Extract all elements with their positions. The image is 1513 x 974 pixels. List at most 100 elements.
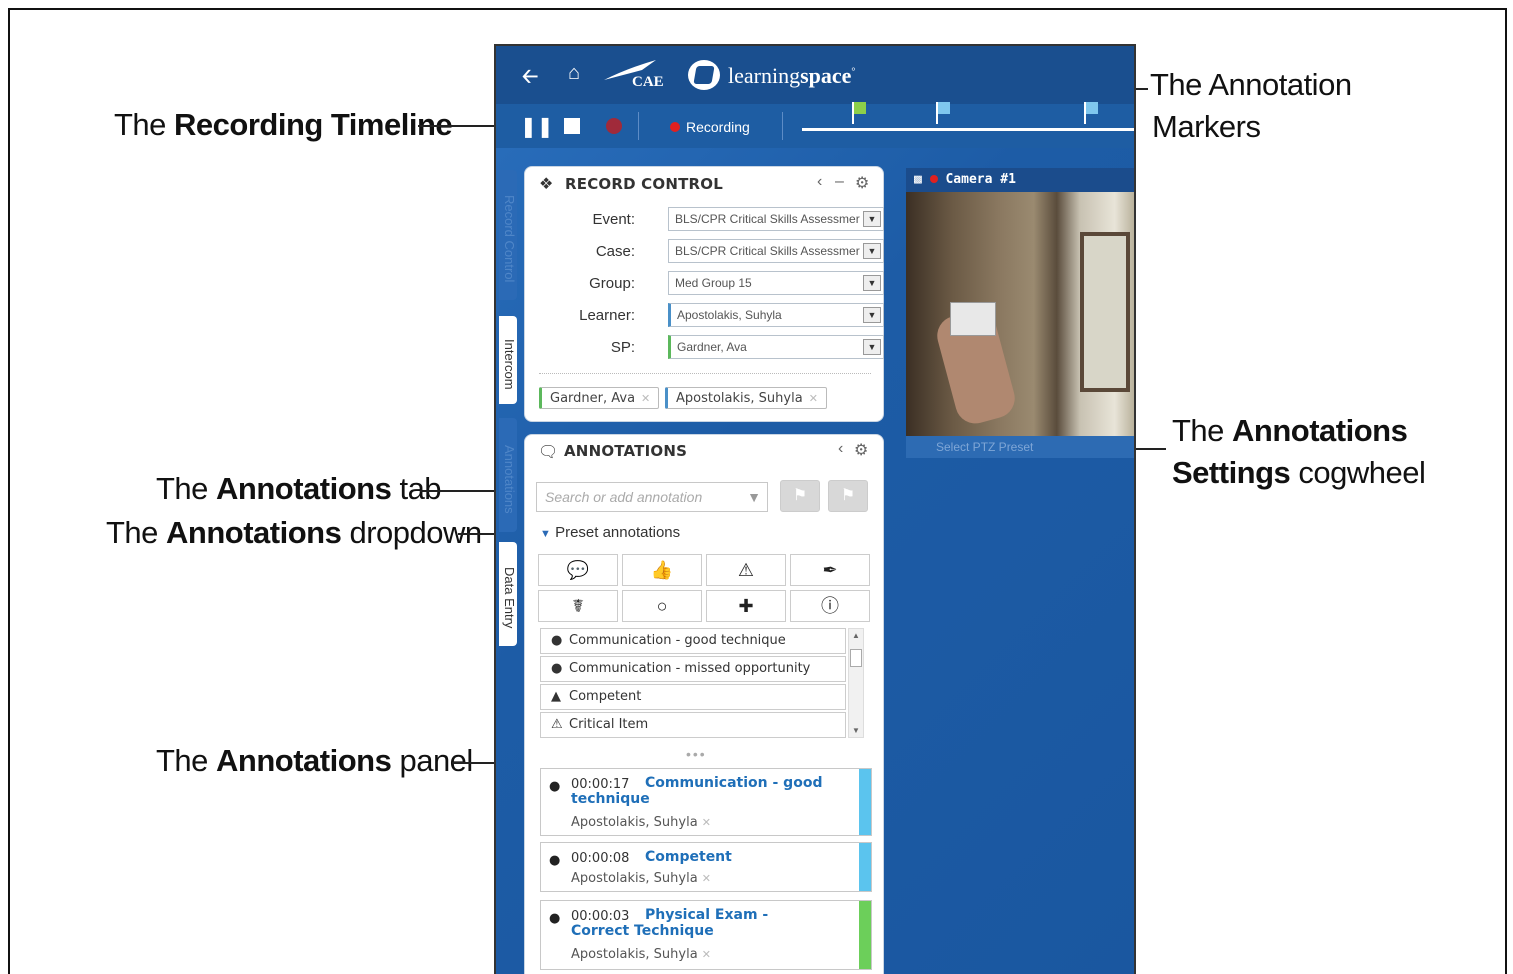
brand-learningspace: learningspace° bbox=[728, 63, 856, 88]
recording-timeline[interactable] bbox=[802, 128, 1134, 131]
chevron-down-icon: ▼ bbox=[863, 243, 881, 259]
sp-row: SP: Gardner, Ava ▼ bbox=[525, 335, 884, 361]
annotations-icon: 🗨 bbox=[538, 444, 559, 461]
event-select[interactable]: BLS/CPR Critical Skills Assessmer ▼ bbox=[668, 207, 884, 231]
case-label: Case: bbox=[595, 243, 635, 260]
stop-icon[interactable] bbox=[564, 118, 580, 134]
annotation-color-bar bbox=[859, 769, 871, 835]
learner-select[interactable]: Apostolakis, Suhyla ▼ bbox=[668, 303, 884, 327]
camera-scene-laptop bbox=[950, 302, 996, 336]
case-select[interactable]: BLS/CPR Critical Skills Assessmer ▼ bbox=[668, 239, 884, 263]
annotation-title[interactable]: Physical Exam - Correct Technique bbox=[571, 907, 831, 939]
top-bar: 🡠 ⌂ CAE learningspace° bbox=[496, 46, 1134, 104]
tab-annotations[interactable]: Annotations bbox=[499, 418, 517, 532]
participant-tag[interactable]: Apostolakis, Suhyla ✕ bbox=[665, 387, 827, 409]
preset-item[interactable]: ● Communication - missed opportunity bbox=[540, 656, 846, 682]
preset-item[interactable]: ⚠ Critical Item bbox=[540, 712, 846, 738]
close-icon[interactable]: ✕ bbox=[641, 392, 650, 405]
sp-select[interactable]: Gardner, Ava ▼ bbox=[668, 335, 884, 359]
thumbs-up-icon[interactable]: 👍 bbox=[622, 554, 702, 586]
callout-annotations-tab: The Annotations tab bbox=[156, 471, 442, 506]
annotation-entry[interactable]: ● 00:00:03 Physical Exam - Correct Techn… bbox=[540, 900, 872, 970]
comment-icon: ● bbox=[551, 661, 563, 676]
annotations-title: ANNOTATIONS bbox=[564, 442, 688, 460]
resize-handle-icon[interactable]: ••• bbox=[686, 746, 707, 762]
group-select[interactable]: Med Group 15 ▼ bbox=[668, 271, 884, 295]
tab-intercom[interactable]: Intercom bbox=[499, 316, 517, 404]
annotation-entry[interactable]: ● 00:00:17 Communication - good techniqu… bbox=[540, 768, 872, 836]
annotation-marker-flag-icon[interactable] bbox=[852, 102, 866, 124]
event-label: Event: bbox=[592, 211, 635, 228]
event-row: Event: BLS/CPR Critical Skills Assessmer… bbox=[525, 207, 884, 233]
pause-icon[interactable]: ❚❚ bbox=[520, 114, 554, 139]
callout-recording-timeline: The Recording Timeline bbox=[114, 107, 453, 142]
home-icon[interactable]: ⌂ bbox=[568, 62, 580, 85]
group-label: Group: bbox=[589, 275, 635, 292]
scroll-down-icon[interactable]: ▼ bbox=[852, 726, 860, 735]
callout-annotations-panel: The Annotations panel bbox=[156, 743, 473, 778]
learner-row: Learner: Apostolakis, Suhyla ▼ bbox=[525, 303, 884, 329]
collapse-icon[interactable]: ‹ bbox=[817, 173, 822, 191]
scroll-up-icon[interactable]: ▲ bbox=[852, 631, 860, 640]
camera-title: Camera #1 bbox=[945, 172, 1016, 187]
camera-feed[interactable]: ▩ Camera #1 Select PTZ Preset bbox=[906, 168, 1134, 458]
preset-annotations-dropdown[interactable]: ▼ Preset annotations bbox=[540, 524, 680, 541]
callout-annotations-dropdown: The Annotations dropdown bbox=[106, 515, 482, 550]
annotation-color-bar bbox=[859, 843, 871, 891]
lightbulb-icon[interactable]: ○ bbox=[622, 590, 702, 622]
annotation-title[interactable]: Competent bbox=[571, 849, 831, 865]
comment-icon: ● bbox=[549, 853, 561, 868]
close-icon[interactable]: ✕ bbox=[702, 948, 711, 961]
gear-icon[interactable]: ⚙ bbox=[855, 173, 869, 193]
ptz-preset-select[interactable]: Select PTZ Preset bbox=[906, 436, 1134, 458]
add-flag-annotation-button[interactable]: ⚑ bbox=[828, 480, 868, 512]
brand-cae: CAE bbox=[632, 74, 664, 90]
callout-line-recording-timeline bbox=[418, 125, 504, 127]
annotation-marker-flag-icon[interactable] bbox=[936, 102, 950, 124]
minimize-icon[interactable]: – bbox=[835, 173, 844, 191]
toolbar-separator bbox=[638, 112, 639, 140]
chevron-down-icon: ▼ bbox=[863, 211, 881, 227]
preset-item[interactable]: ▲ Competent bbox=[540, 684, 846, 710]
preset-item[interactable]: ● Communication - good technique bbox=[540, 628, 846, 654]
callout-settings-2: Settings cogwheel bbox=[1172, 455, 1426, 490]
comment-icon: ● bbox=[549, 911, 561, 926]
info-icon[interactable]: ⓘ bbox=[790, 590, 870, 622]
syringe-icon[interactable]: ✒ bbox=[790, 554, 870, 586]
back-icon[interactable]: 🡠 bbox=[522, 62, 538, 96]
close-icon[interactable]: ✕ bbox=[702, 872, 711, 885]
medkit-icon[interactable]: ✚ bbox=[706, 590, 786, 622]
annotation-entry[interactable]: ● 00:00:08 Competent Apostolakis, Suhyla… bbox=[540, 842, 872, 892]
warning-icon[interactable]: ⚠ bbox=[706, 554, 786, 586]
tab-record-control[interactable]: Record Control bbox=[499, 170, 517, 300]
recording-status: Recording bbox=[686, 119, 750, 135]
scroll-thumb[interactable] bbox=[850, 649, 862, 667]
chevron-down-icon: ▼ bbox=[863, 339, 881, 355]
record-button-icon[interactable] bbox=[606, 118, 622, 134]
stethoscope-icon[interactable]: ☤ bbox=[538, 590, 618, 622]
close-icon[interactable]: ✕ bbox=[809, 392, 818, 405]
close-icon[interactable]: ✕ bbox=[702, 816, 711, 829]
comment-icon[interactable]: 💬 bbox=[538, 554, 618, 586]
participant-tag[interactable]: Gardner, Ava ✕ bbox=[539, 387, 660, 409]
annotation-title[interactable]: Communication - good technique bbox=[571, 775, 831, 807]
annotation-marker-flag-icon[interactable] bbox=[1084, 102, 1098, 124]
callout-annotation-markers-1: The Annotation bbox=[1150, 67, 1352, 102]
camera-scene-window bbox=[1080, 232, 1130, 392]
chevron-down-icon: ▼ bbox=[863, 275, 881, 291]
tab-data-entry[interactable]: Data Entry bbox=[499, 542, 517, 646]
add-annotation-button[interactable]: ⚑ bbox=[780, 480, 820, 512]
case-row: Case: BLS/CPR Critical Skills Assessmer ▼ bbox=[525, 239, 884, 265]
group-row: Group: Med Group 15 ▼ bbox=[525, 271, 884, 297]
annotation-search-input[interactable]: Search or add annotation ▼ bbox=[536, 482, 768, 512]
camera-live-dot-icon bbox=[929, 175, 938, 183]
callout-settings-1: The Annotations bbox=[1172, 413, 1408, 448]
filter-icon[interactable]: ▼ bbox=[747, 489, 761, 505]
annotation-author: Apostolakis, Suhyla ✕ bbox=[571, 947, 711, 962]
annotations-settings-gear-icon[interactable]: ⚙ bbox=[854, 440, 868, 460]
preset-scrollbar[interactable]: ▲ ▼ bbox=[848, 628, 864, 738]
sp-label: SP: bbox=[610, 339, 635, 356]
record-control-title: RECORD CONTROL bbox=[565, 175, 723, 193]
collapse-icon[interactable]: ‹ bbox=[838, 440, 843, 458]
comment-icon: ● bbox=[549, 779, 561, 794]
